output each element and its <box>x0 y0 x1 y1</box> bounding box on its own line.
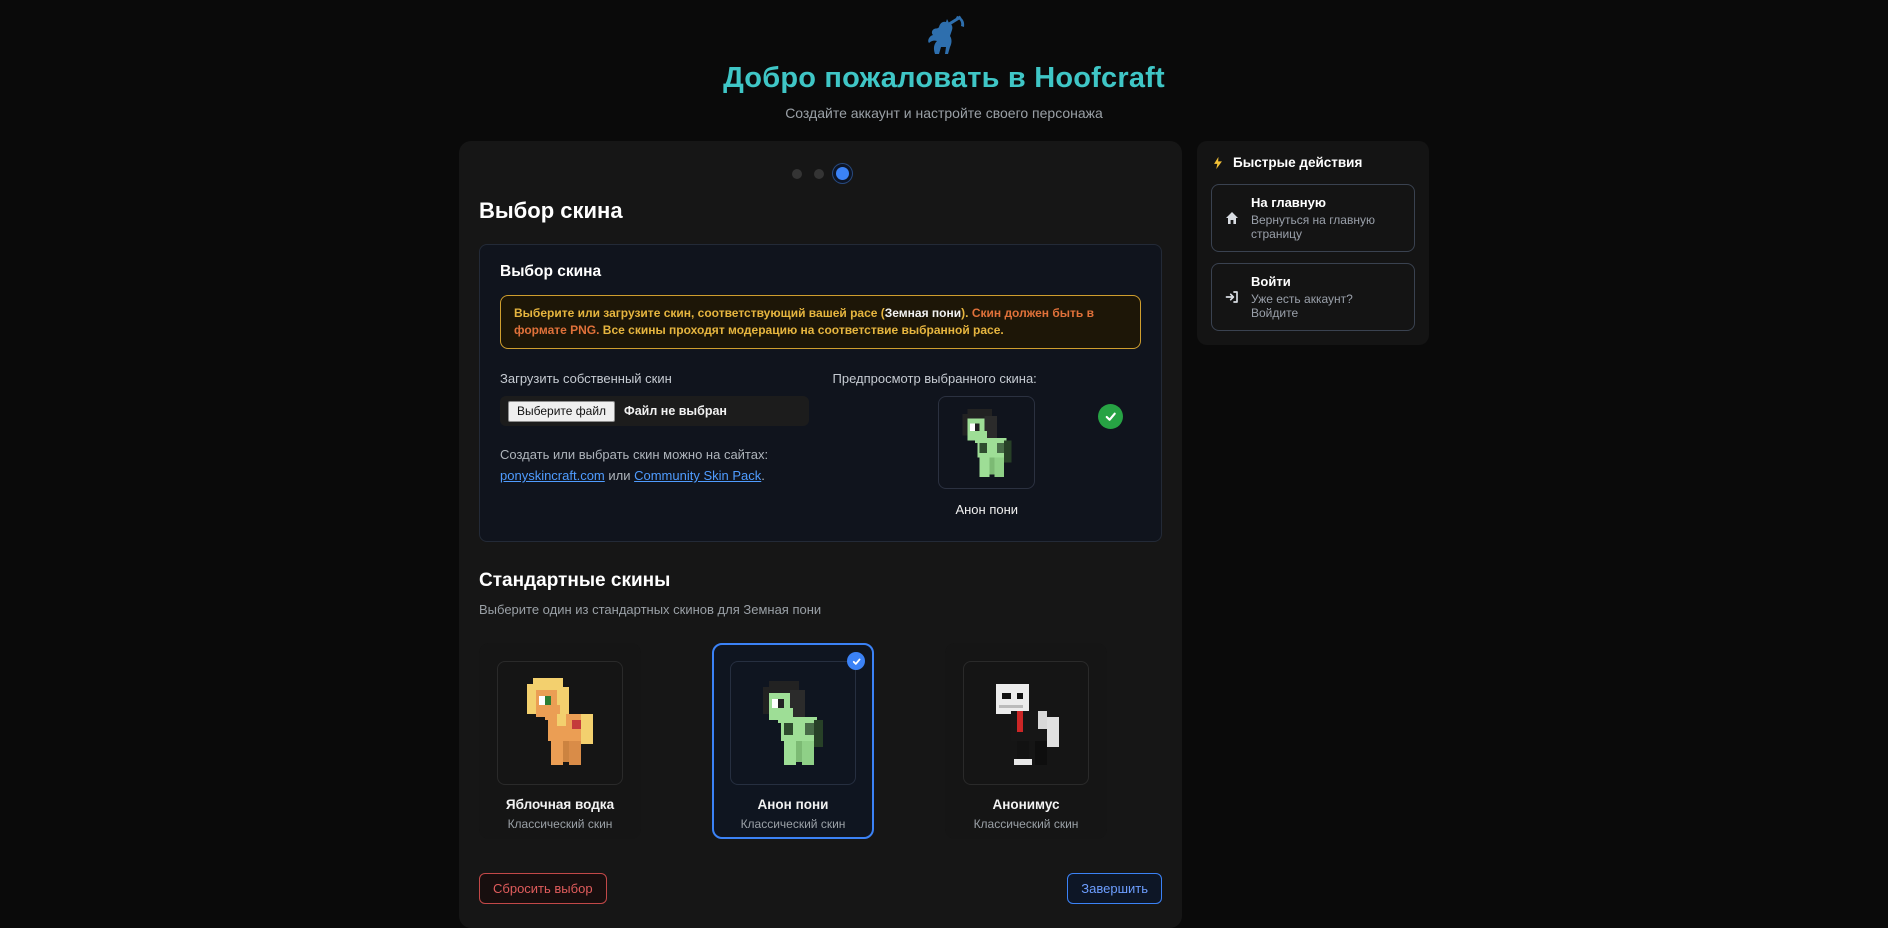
skin-card-yablochnaya-vodka[interactable]: Яблочная водка Классический скин <box>479 643 641 839</box>
upload-column: Загрузить собственный скин Выберите файл… <box>500 371 809 517</box>
applejack-skin-image <box>527 678 593 765</box>
hoofcraft-pony-pickaxe-logo-icon <box>921 14 967 56</box>
preview-column: Предпросмотр выбранного скина: Анон пони <box>833 371 1142 517</box>
skin-type: Классический скин <box>740 817 846 831</box>
standard-skins-subheading: Выберите один из стандартных скинов для … <box>479 602 822 617</box>
anon-pony-skin-image <box>763 681 823 765</box>
ponyskincraft-link[interactable]: ponyskincraft.com <box>500 468 605 483</box>
step-indicator <box>479 161 1162 196</box>
anon-pony-skin-image <box>962 408 1012 477</box>
standard-skins-grid: Яблочная водка Классический скин Анон по… <box>479 643 1162 839</box>
skin-type: Классический скин <box>507 817 613 831</box>
skin-image-box <box>963 661 1089 785</box>
step-dot-2[interactable] <box>814 168 824 179</box>
content-area: Выбор скина Выбор скина Выберите или заг… <box>0 141 1888 928</box>
quick-action-desc: Уже есть аккаунт? Войдите <box>1251 292 1353 320</box>
skin-name: Анонимус <box>992 797 1060 812</box>
step-dot-1[interactable] <box>792 168 802 179</box>
warning-text-part1: Выберите или загрузите скин, соответству… <box>514 306 885 320</box>
reset-selection-button[interactable]: Сбросить выбор <box>479 873 607 904</box>
step-dot-3-active[interactable] <box>836 167 849 180</box>
quick-action-title: Войти <box>1251 274 1291 289</box>
skin-upload-panel: Выбор скина Выберите или загрузите скин,… <box>479 244 1162 542</box>
selected-skin-preview-image <box>938 396 1036 489</box>
upload-label: Загрузить собственный скин <box>500 371 672 386</box>
quick-action-desc: Вернуться на главную страницу <box>1251 213 1375 241</box>
skin-selection-card: Выбор скина Выбор скина Выберите или заг… <box>459 141 1182 928</box>
sentence-period: . <box>761 468 765 483</box>
quick-actions-panel: Быстрые действия На главную Вернуться на… <box>1197 141 1429 345</box>
quick-action-login[interactable]: Войти Уже есть аккаунт? Войдите <box>1211 263 1415 331</box>
preview-label: Предпросмотр выбранного скина: <box>832 371 1037 386</box>
race-warning-message: Выберите или загрузите скин, соответству… <box>500 295 1141 349</box>
file-status-text: Файл не выбран <box>624 404 727 418</box>
skin-image-box <box>730 661 856 785</box>
warning-text-part3: Все скины проходят модерацию на соответс… <box>599 323 1004 337</box>
skin-sites-help: Создать или выбрать скин можно на сайтах… <box>500 444 809 486</box>
skin-image-box <box>497 661 623 785</box>
standard-skins-heading: Стандартные скины <box>479 570 671 591</box>
selected-skin-name: Анон пони <box>955 502 1019 517</box>
page-subtitle: Создайте аккаунт и настройте своего перс… <box>785 105 1103 121</box>
quick-action-title: На главную <box>1251 195 1326 210</box>
skin-type: Классический скин <box>973 817 1079 831</box>
login-icon <box>1224 289 1240 305</box>
lightning-bolt-icon <box>1211 156 1225 170</box>
wizard-heading: Выбор скина <box>479 198 623 223</box>
page-header: Добро пожаловать в Hoofcraft Создайте ак… <box>0 0 1888 121</box>
warning-race-name: Земная пони <box>884 306 962 320</box>
quick-actions-heading: Быстрые действия <box>1233 155 1363 170</box>
finish-button[interactable]: Завершить <box>1067 873 1162 904</box>
home-icon <box>1224 210 1240 226</box>
help-text: Создать или выбрать скин можно на сайтах… <box>500 447 769 462</box>
panel-heading: Выбор скина <box>500 263 602 280</box>
skin-card-anonymous[interactable]: Анонимус Классический скин <box>945 643 1107 839</box>
skin-approved-check-icon <box>1098 404 1123 429</box>
anonymous-skin-image <box>996 684 1059 765</box>
page-title: Добро пожаловать в Hoofcraft <box>723 62 1165 94</box>
quick-action-home[interactable]: На главную Вернуться на главную страницу <box>1211 184 1415 252</box>
skin-name: Яблочная водка <box>505 797 615 812</box>
skin-name: Анон пони <box>757 797 829 812</box>
skin-file-input[interactable]: Выберите файл Файл не выбран <box>500 396 809 426</box>
choose-file-button[interactable]: Выберите файл <box>508 400 616 422</box>
selected-check-badge-icon <box>847 652 865 670</box>
wizard-actions: Сбросить выбор Завершить <box>479 873 1162 904</box>
link-separator: или <box>604 468 635 483</box>
skin-card-anon-pony-selected[interactable]: Анон пони Классический скин <box>712 643 874 839</box>
community-skin-pack-link[interactable]: Community Skin Pack <box>634 468 761 483</box>
warning-text-part2: ). <box>961 306 972 320</box>
